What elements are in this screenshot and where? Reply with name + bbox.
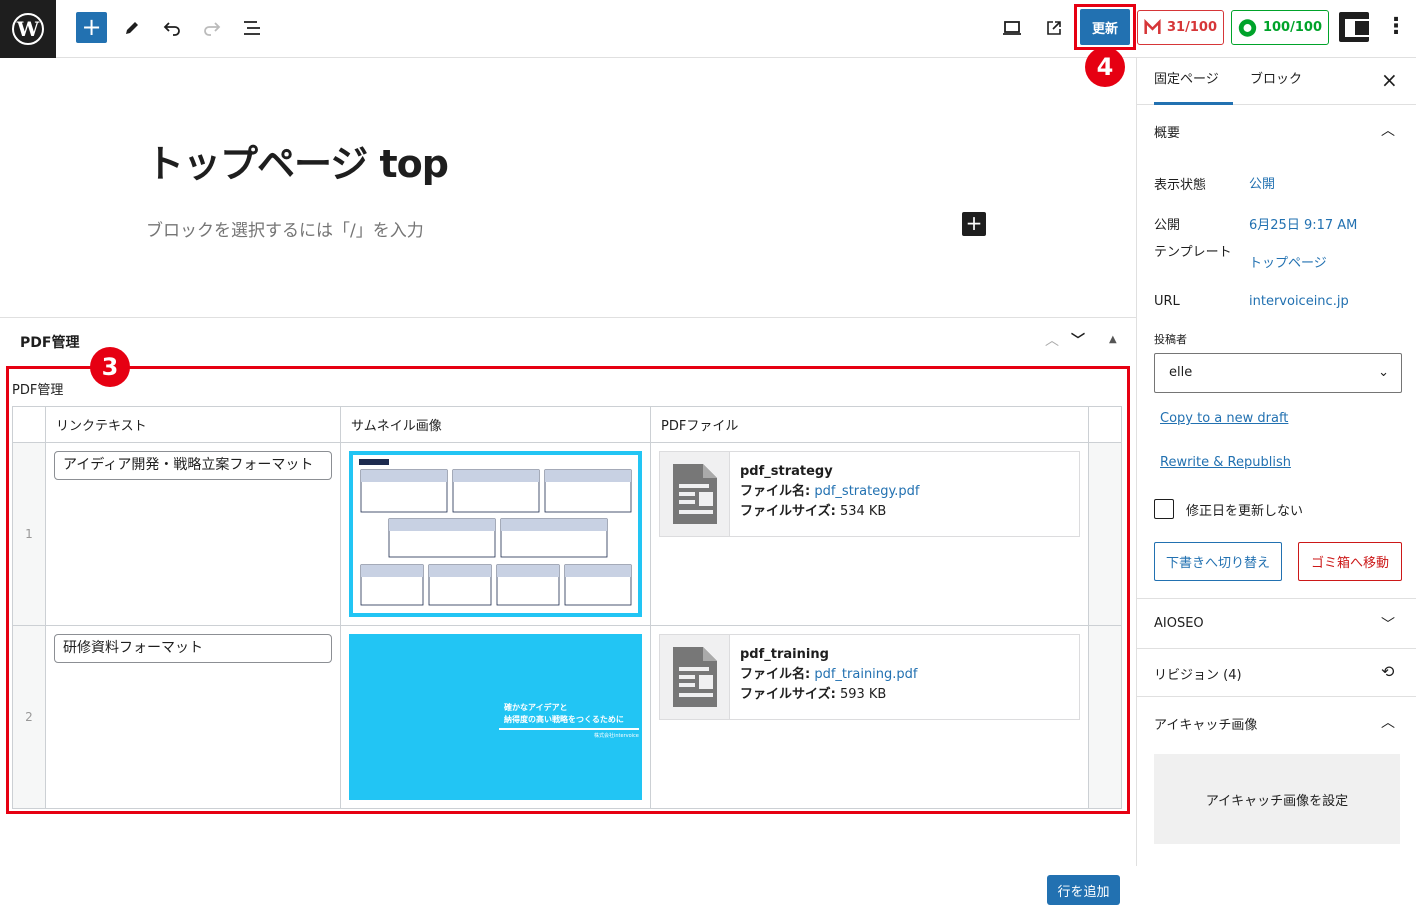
move-up-icon[interactable]: ︿ bbox=[1045, 330, 1059, 350]
visibility-value[interactable]: 公開 bbox=[1249, 173, 1275, 192]
author-select-value: elle bbox=[1169, 365, 1193, 380]
chevron-up-icon[interactable]: ︿ bbox=[1381, 712, 1395, 732]
no-update-date-checkbox[interactable] bbox=[1154, 499, 1174, 519]
annotation-box-3 bbox=[6, 366, 1130, 814]
annotation-badge-3: 3 bbox=[90, 347, 130, 387]
set-featured-image-button[interactable]: アイキャッチ画像を設定 bbox=[1154, 754, 1400, 844]
undo-icon bbox=[163, 22, 180, 36]
divider bbox=[1137, 598, 1416, 599]
no-update-date-label: 修正日を更新しない bbox=[1186, 504, 1304, 519]
tab-page[interactable]: 固定ページ bbox=[1154, 58, 1233, 105]
wordpress-icon: W bbox=[12, 13, 44, 45]
document-overview-button[interactable] bbox=[238, 14, 266, 42]
more-options-icon[interactable]: ⋮ bbox=[1385, 14, 1407, 40]
block-placeholder[interactable]: ブロックを選択するには「/」を入力 bbox=[146, 216, 424, 241]
rewrite-republish-link[interactable]: Rewrite & Republish bbox=[1160, 455, 1291, 470]
headline-score-value: 100/100 bbox=[1262, 20, 1322, 35]
chevron-down-icon: ⌄ bbox=[1378, 365, 1389, 380]
external-link-icon bbox=[1047, 21, 1061, 35]
url-value[interactable]: intervoiceinc.jp bbox=[1249, 294, 1349, 309]
switch-to-draft-button[interactable]: 下書きへ切り替え bbox=[1154, 542, 1282, 581]
publish-label: 公開 bbox=[1154, 218, 1181, 233]
template-value[interactable]: トップページ bbox=[1249, 252, 1327, 271]
preview-button[interactable] bbox=[998, 14, 1026, 42]
aioseo-score[interactable]: 31/100 bbox=[1137, 10, 1224, 45]
redo-icon bbox=[204, 22, 221, 36]
score-gear-icon bbox=[1238, 18, 1257, 37]
summary-panel-title[interactable]: 概要 bbox=[1154, 122, 1180, 141]
author-select[interactable]: elle ⌄ bbox=[1154, 353, 1402, 393]
close-icon[interactable]: × bbox=[1381, 68, 1398, 92]
history-icon[interactable]: ⟲ bbox=[1381, 662, 1394, 681]
add-block-button[interactable]: + bbox=[962, 212, 986, 236]
desktop-icon bbox=[1003, 21, 1021, 35]
template-label: テンプレート bbox=[1154, 245, 1232, 260]
edit-tool-button[interactable] bbox=[118, 14, 146, 42]
block-inserter-button[interactable]: + bbox=[76, 12, 107, 43]
chevron-up-icon[interactable]: ︿ bbox=[1381, 120, 1395, 140]
settings-sidebar: 固定ページ ブロック × 概要 ︿ 表示状態 公開 公開 6月25日 9:17 … bbox=[1136, 58, 1416, 866]
add-row-button[interactable]: 行を追加 bbox=[1047, 875, 1120, 905]
author-label: 投稿者 bbox=[1154, 333, 1187, 346]
aioseo-panel-title[interactable]: AIOSEO bbox=[1154, 616, 1204, 631]
featured-image-panel-title[interactable]: アイキャッチ画像 bbox=[1154, 714, 1257, 733]
view-page-button[interactable] bbox=[1040, 14, 1068, 42]
settings-sidebar-toggle[interactable] bbox=[1339, 12, 1373, 42]
visibility-label: 表示状態 bbox=[1154, 178, 1207, 193]
seo-m-icon bbox=[1144, 18, 1161, 34]
redo-button[interactable] bbox=[198, 14, 226, 42]
tab-block[interactable]: ブロック bbox=[1250, 58, 1302, 105]
copy-draft-link[interactable]: Copy to a new draft bbox=[1160, 411, 1288, 426]
divider bbox=[1137, 696, 1416, 697]
divider bbox=[1137, 648, 1416, 649]
annotation-box-4 bbox=[1074, 4, 1136, 50]
collapse-toggle-icon[interactable]: ▲ bbox=[1109, 334, 1117, 345]
pencil-icon bbox=[126, 22, 138, 34]
metabox-title: PDF管理 bbox=[20, 335, 80, 351]
chevron-down-icon[interactable]: ﹀ bbox=[1381, 614, 1395, 634]
wordpress-logo[interactable]: W bbox=[0, 0, 56, 58]
move-down-icon[interactable]: ﹀ bbox=[1071, 330, 1085, 350]
revisions-link[interactable]: リビジョン (4) bbox=[1154, 664, 1242, 683]
sidebar-tabs: 固定ページ ブロック × bbox=[1137, 58, 1416, 105]
undo-button[interactable] bbox=[158, 14, 186, 42]
list-view-icon bbox=[244, 21, 260, 35]
aioseo-score-value: 31/100 bbox=[1167, 20, 1217, 35]
page-title[interactable]: トップページ top bbox=[146, 133, 449, 188]
publish-date-value[interactable]: 6月25日 9:17 AM bbox=[1249, 214, 1357, 233]
headline-score[interactable]: 100/100 bbox=[1231, 10, 1329, 45]
url-label: URL bbox=[1154, 294, 1180, 309]
move-to-trash-button[interactable]: ゴミ箱へ移動 bbox=[1298, 542, 1402, 581]
editor-header: W + 更新 31/100 100/100 ⋮ bbox=[0, 0, 1416, 58]
